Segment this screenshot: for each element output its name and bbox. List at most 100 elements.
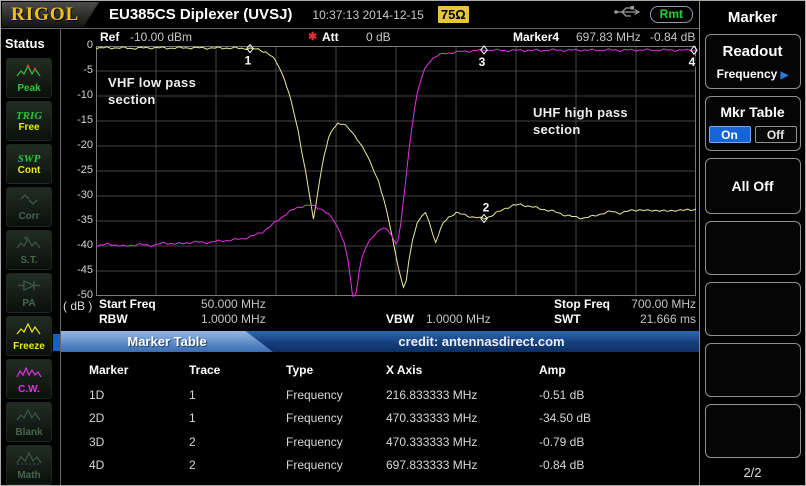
status-item-freeze: Freeze: [6, 316, 52, 356]
rbw-label: RBW: [99, 312, 128, 326]
softkey-blank[interactable]: [705, 404, 801, 458]
status-title: Status: [1, 29, 60, 55]
readout-button[interactable]: Readout Frequency ▶: [705, 34, 801, 89]
ref-label: Ref: [100, 30, 119, 44]
y-tick: -10: [61, 89, 93, 101]
menu-page-indicator: 2/2: [700, 465, 805, 480]
att-label: Att: [322, 30, 339, 44]
status-label: PA: [22, 298, 35, 309]
status-item-blank: Blank: [6, 402, 52, 442]
cell-amp: -0.79 dB: [539, 435, 700, 449]
readout-label: Readout: [723, 43, 783, 60]
start-freq-value: 50.000 MHz: [201, 297, 266, 311]
table-row: 1D 1 Frequency 216.833333 MHz -0.51 dB: [61, 383, 700, 407]
cell-trace: 2: [189, 435, 286, 449]
cell-trace: 1: [189, 411, 286, 425]
cell-xaxis: 470.333333 MHz: [386, 435, 539, 449]
status-item-math: Math: [6, 445, 52, 485]
status-item-trigger: TRIG Free: [6, 101, 52, 141]
rbw-value: 1.0000 MHz: [201, 312, 266, 326]
y-tick: -35: [61, 214, 93, 226]
status-item-corr: Corr: [6, 187, 52, 227]
vbw-label: VBW: [386, 312, 414, 326]
status-label: Blank: [15, 427, 42, 438]
marker-table: Marker Trace Type X Axis Amp 1D 1 Freque…: [61, 357, 700, 477]
softkey-menu-panel: Marker Readout Frequency ▶ Mkr Table On …: [699, 1, 805, 485]
col-trace: Trace: [189, 363, 286, 377]
marker-table-title: Marker Table: [127, 334, 206, 349]
status-label: C.W.: [18, 384, 40, 395]
marker-readout-label: Marker4: [513, 30, 559, 44]
all-off-button[interactable]: All Off: [705, 158, 801, 214]
uhf-annotation: UHF high pass section: [533, 104, 628, 138]
main-column: RIGOL EU385CS Diplexer (UVSJ) 10:37:13 2…: [1, 1, 699, 485]
svg-text:4: 4: [689, 55, 696, 69]
cell-type: Frequency: [286, 411, 386, 425]
remote-indicator: Rmt: [650, 6, 693, 23]
mkr-table-toggle: On Off: [709, 126, 797, 143]
analyzer-screen: RIGOL EU385CS Diplexer (UVSJ) 10:37:13 2…: [0, 0, 806, 486]
cell-trace: 1: [189, 388, 286, 402]
title-bar: RIGOL EU385CS Diplexer (UVSJ) 10:37:13 2…: [1, 1, 699, 29]
y-tick: -40: [61, 239, 93, 251]
svg-text:1: 1: [245, 54, 252, 68]
cell-marker: 4D: [89, 458, 189, 472]
freeze-waveform-icon: [16, 321, 42, 341]
cell-amp: -0.51 dB: [539, 388, 700, 402]
marker-readout-freq: 697.83 MHz: [576, 30, 641, 44]
table-row: 2D 1 Frequency 470.333333 MHz -34.50 dB: [61, 407, 700, 431]
mkr-table-on-option[interactable]: On: [709, 126, 751, 143]
status-label: S.T.: [20, 255, 37, 266]
marker-readout-amp: -0.84 dB: [650, 30, 695, 44]
mkr-table-off-option[interactable]: Off: [755, 126, 797, 143]
status-label: Cont: [18, 165, 41, 176]
preamp-icon: [16, 278, 42, 298]
cell-xaxis: 216.833333 MHz: [386, 388, 539, 402]
att-value: 0 dB: [366, 30, 391, 44]
mkr-table-button[interactable]: Mkr Table On Off: [705, 96, 801, 151]
y-axis-unit: ( dB ): [63, 299, 92, 313]
content-row: Status Peak TRIG Free SWP Cont: [1, 29, 699, 485]
softkey-blank[interactable]: [705, 221, 801, 275]
submenu-arrow-icon: ▶: [781, 70, 789, 81]
peak-waveform-icon: [16, 63, 42, 83]
table-row: 4D 2 Frequency 697.833333 MHz -0.84 dB: [61, 454, 700, 478]
status-label: Freeze: [13, 341, 45, 352]
cell-marker: 2D: [89, 411, 189, 425]
cell-xaxis: 470.333333 MHz: [386, 411, 539, 425]
menu-title: Marker: [728, 9, 777, 26]
swp-text-icon: SWP: [18, 153, 41, 165]
col-marker: Marker: [89, 363, 189, 377]
softkey-blank[interactable]: [705, 343, 801, 397]
impedance-badge: 75Ω: [438, 6, 469, 23]
sweep-time-waveform-icon: [16, 235, 42, 255]
y-tick: -25: [61, 164, 93, 176]
softkey-blank[interactable]: [705, 282, 801, 336]
cw-waveform-icon: [16, 364, 42, 384]
marker-table-header-row: Marker Trace Type X Axis Amp: [61, 357, 700, 383]
y-tick: -20: [61, 139, 93, 151]
col-amp: Amp: [539, 363, 700, 377]
status-item-peak: Peak: [6, 58, 52, 98]
cell-xaxis: 697.833333 MHz: [386, 458, 539, 472]
cell-marker: 1D: [89, 388, 189, 402]
cell-trace: 2: [189, 458, 286, 472]
measurement-area: Ref -10.00 dBm ✱ Att 0 dB Marker4 697.83…: [61, 29, 699, 485]
y-tick: -15: [61, 114, 93, 126]
att-override-star: ✱: [308, 30, 317, 43]
cell-amp: -0.84 dB: [539, 458, 700, 472]
marker-table-title-block: Marker Table: [61, 331, 273, 352]
datetime-display: 10:37:13 2014-12-15: [312, 8, 423, 22]
trace-plot: 1234 VHF low pass section UHF high pass …: [96, 46, 696, 296]
svg-text:3: 3: [479, 55, 486, 69]
vhf-annotation: VHF low pass section: [108, 74, 196, 108]
vbw-value: 1.0000 MHz: [426, 312, 491, 326]
mkr-table-label: Mkr Table: [720, 104, 784, 120]
stop-freq-label: Stop Freq: [554, 297, 610, 311]
table-row: 3D 2 Frequency 470.333333 MHz -0.79 dB: [61, 430, 700, 454]
readout-value: Frequency ▶: [717, 67, 789, 81]
trig-text-icon: TRIG: [16, 110, 42, 122]
status-item-preamp: PA: [6, 273, 52, 313]
credit-text: credit: antennasdirect.com: [273, 331, 690, 352]
y-tick: 0: [61, 39, 93, 51]
